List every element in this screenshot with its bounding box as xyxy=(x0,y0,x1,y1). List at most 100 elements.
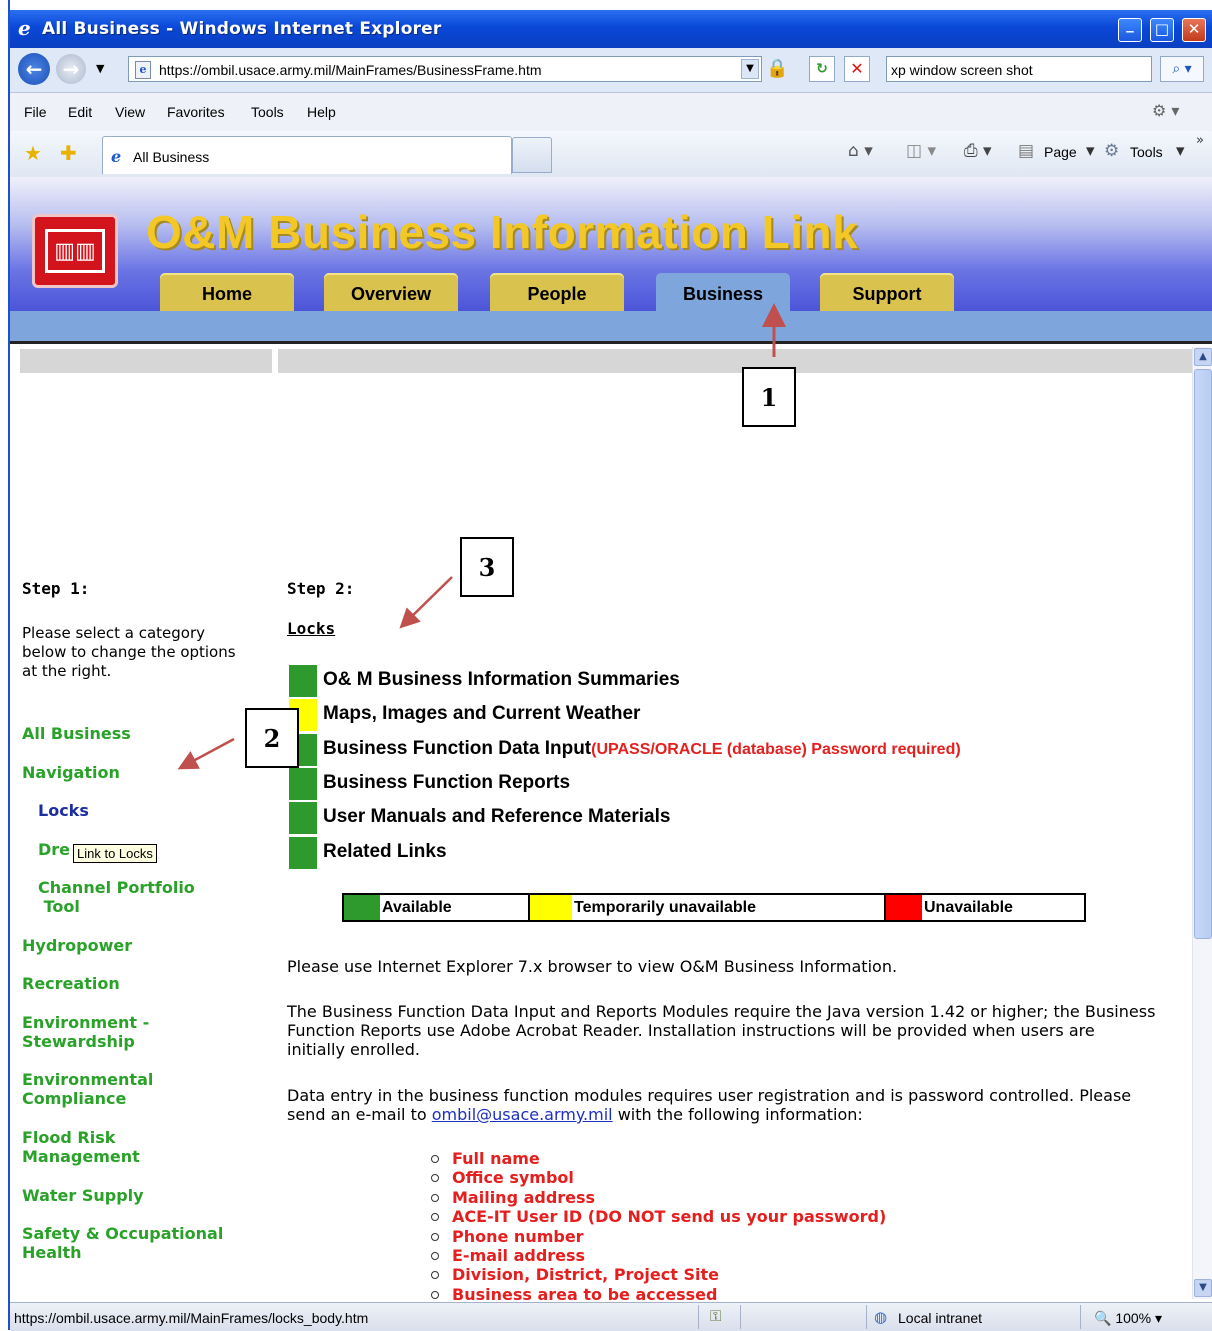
nav-support[interactable]: Support xyxy=(820,273,954,311)
legend-available-swatch xyxy=(344,895,380,920)
category-water-supply[interactable]: Water Supply xyxy=(22,1186,144,1205)
scroll-up-button[interactable]: ▲ xyxy=(1194,348,1212,366)
tools-menu[interactable]: Tools xyxy=(1130,144,1163,160)
minimize-button[interactable] xyxy=(1118,15,1142,42)
usace-castle-logo: ▥▥ xyxy=(32,214,118,288)
site-banner: ▥▥ O&M Business Information Link Home Ov… xyxy=(10,177,1212,311)
callout-1: 1 xyxy=(742,367,796,427)
tab-ie-icon: e xyxy=(111,147,122,166)
home-icon[interactable]: ⌂ ▾ xyxy=(848,141,873,161)
menu-tools[interactable]: Tools xyxy=(251,104,284,120)
title-bar: e All Business - Windows Internet Explor… xyxy=(10,10,1212,48)
nav-overview[interactable]: Overview xyxy=(324,273,458,311)
tools-dropdown-icon[interactable]: ▾ xyxy=(1176,141,1185,161)
zoom-value[interactable]: 100% xyxy=(1115,1310,1151,1326)
option-label[interactable]: Business Function Data Input(UPASS/ORACL… xyxy=(323,738,961,760)
category-navigation[interactable]: Navigation xyxy=(22,763,120,782)
left-column-header xyxy=(20,349,272,373)
category-hydropower[interactable]: Hydropower xyxy=(22,936,132,955)
legend-available-label: Available xyxy=(382,899,452,916)
add-favorites-icon[interactable]: ✚ xyxy=(60,141,77,165)
option-label[interactable]: Maps, Images and Current Weather xyxy=(323,703,640,725)
favorites-star-icon[interactable]: ★ xyxy=(24,141,42,165)
option-label[interactable]: User Manuals and Reference Materials xyxy=(323,806,670,828)
ie-logo-icon: e xyxy=(18,16,31,40)
list-item: Business area to be accessed xyxy=(430,1285,886,1302)
print-icon[interactable]: ⎙ ▾ xyxy=(964,141,992,161)
category-all-business[interactable]: All Business xyxy=(22,724,131,743)
lock-icon[interactable]: 🔒 xyxy=(766,58,788,80)
nav-home[interactable]: Home xyxy=(160,273,294,311)
tools-gear-icon[interactable]: ⚙ xyxy=(1104,141,1119,161)
category-flood-risk[interactable]: Flood Risk Management xyxy=(22,1128,140,1166)
legend-unavailable-label: Unavailable xyxy=(924,899,1013,916)
close-button[interactable] xyxy=(1182,18,1206,42)
address-dropdown[interactable]: ▼ xyxy=(741,59,759,79)
feeds-icon[interactable]: ◫ ▾ xyxy=(906,141,936,161)
category-safety-health[interactable]: Safety & Occupational Health xyxy=(22,1224,223,1262)
page-menu[interactable]: Page xyxy=(1044,144,1077,160)
list-item: Phone number xyxy=(430,1227,886,1246)
category-environment-stewardship[interactable]: Environment - Stewardship xyxy=(22,1013,149,1051)
scroll-thumb[interactable] xyxy=(1194,369,1212,939)
stop-button[interactable]: ✕ xyxy=(844,56,870,82)
category-locks[interactable]: Locks xyxy=(38,801,89,820)
back-button[interactable]: ← xyxy=(18,53,50,85)
toolbar-overflow-icon[interactable]: » xyxy=(1196,133,1204,148)
status-bar: https://ombil.usace.army.mil/MainFrames/… xyxy=(10,1302,1212,1331)
forward-button[interactable]: → xyxy=(56,54,86,84)
step1-description: Please select a category below to change… xyxy=(22,624,236,680)
protected-mode-icon[interactable]: ⚿ xyxy=(710,1307,721,1325)
option-label-text[interactable]: Business Function Data Input xyxy=(323,738,591,759)
tab-label[interactable]: All Business xyxy=(133,149,209,165)
status-divider xyxy=(698,1305,699,1329)
legend-temp-swatch xyxy=(530,895,572,920)
page-menu-dropdown-icon[interactable]: ▾ xyxy=(1086,141,1095,161)
security-zone[interactable]: Local intranet xyxy=(898,1310,982,1326)
menu-help[interactable]: Help xyxy=(307,104,336,120)
callout-3: 3 xyxy=(460,537,514,597)
category-channel-portfolio[interactable]: Channel Portfolio Tool xyxy=(38,878,195,916)
tab-all-business[interactable]: e All Business xyxy=(102,136,512,174)
menu-favorites[interactable]: Favorites xyxy=(167,104,225,120)
address-url[interactable]: https://ombil.usace.army.mil/MainFrames/… xyxy=(159,62,542,78)
toolbar-options-icon[interactable]: ⚙ ▾ xyxy=(1152,101,1179,120)
favorites-bar: ★ ✚ e All Business ⌂ ▾ ◫ ▾ ⎙ ▾ ▤ Page ▾ … xyxy=(10,131,1212,178)
selected-category-heading[interactable]: Locks xyxy=(287,619,335,638)
option-maps-weather[interactable]: Maps, Images and Current Weather xyxy=(289,699,1189,731)
zoom-level[interactable]: 🔍 100% ▾ xyxy=(1094,1310,1162,1327)
address-field[interactable]: e https://ombil.usace.army.mil/MainFrame… xyxy=(128,56,762,82)
option-label[interactable]: O& M Business Information Summaries xyxy=(323,669,680,691)
option-reports[interactable]: Business Function Reports xyxy=(289,768,1189,800)
scroll-down-button[interactable]: ▼ xyxy=(1194,1279,1212,1297)
search-input[interactable]: xp window screen shot xyxy=(886,56,1152,82)
menu-view[interactable]: View xyxy=(115,104,145,120)
option-user-manuals[interactable]: User Manuals and Reference Materials xyxy=(289,802,1189,834)
option-business-summaries[interactable]: O& M Business Information Summaries xyxy=(289,665,1189,697)
maximize-button[interactable] xyxy=(1150,18,1174,42)
option-label[interactable]: Business Function Reports xyxy=(323,772,570,794)
menu-file[interactable]: File xyxy=(24,104,47,120)
category-recreation[interactable]: Recreation xyxy=(22,974,120,993)
category-dredging[interactable]: Dre xyxy=(38,840,70,859)
search-value[interactable]: xp window screen shot xyxy=(891,62,1033,78)
nav-strip xyxy=(10,311,1212,341)
recent-pages-dropdown[interactable]: ▼ xyxy=(96,62,104,75)
category-environmental-compliance[interactable]: Environmental Compliance xyxy=(22,1070,153,1108)
option-data-input[interactable]: Business Function Data Input(UPASS/ORACL… xyxy=(289,734,1189,766)
page-scrollbar[interactable]: ▲ ▼ xyxy=(1192,347,1212,1299)
registration-text-end: with the following information: xyxy=(612,1105,863,1124)
refresh-button[interactable]: ↻ xyxy=(809,56,835,82)
option-related-links[interactable]: Related Links xyxy=(289,837,1189,869)
address-toolbar: ← → ▼ e https://ombil.usace.army.mil/Mai… xyxy=(10,48,1212,93)
menu-edit[interactable]: Edit xyxy=(68,104,92,120)
new-tab-button[interactable] xyxy=(512,137,552,173)
status-divider xyxy=(1080,1305,1081,1329)
search-button[interactable]: ⌕ ▾ xyxy=(1160,56,1204,82)
email-link[interactable]: ombil@usace.army.mil xyxy=(432,1105,613,1124)
option-label[interactable]: Related Links xyxy=(323,841,447,863)
status-indicator xyxy=(289,665,317,697)
page-menu-icon[interactable]: ▤ xyxy=(1018,141,1034,161)
nav-business[interactable]: Business xyxy=(656,273,790,311)
nav-people[interactable]: People xyxy=(490,273,624,311)
